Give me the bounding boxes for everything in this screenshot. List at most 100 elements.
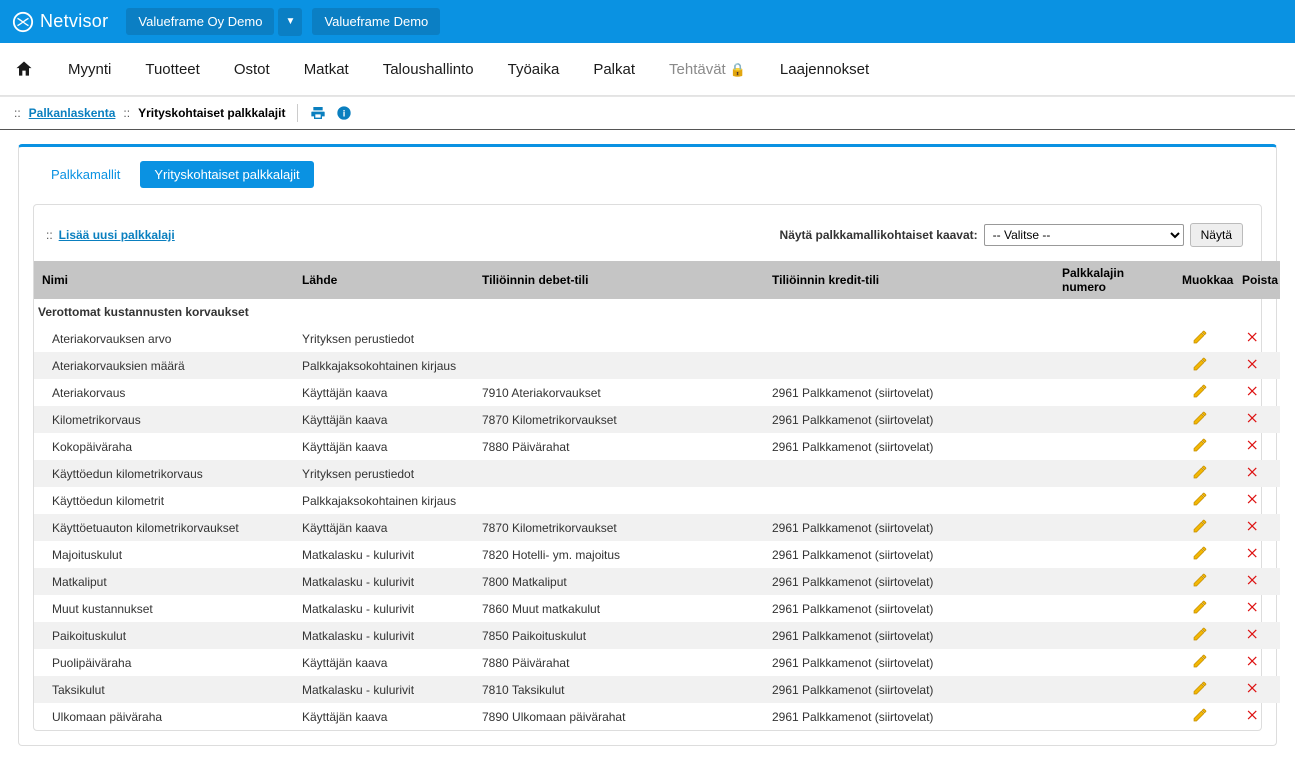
nav-palkat[interactable]: Palkat bbox=[593, 61, 635, 78]
edit-button[interactable] bbox=[1192, 707, 1208, 723]
th-kredit[interactable]: Tiliöinnin kredit-tili bbox=[764, 261, 1054, 299]
cell-kredit: 2961 Palkkamenot (siirtovelat) bbox=[764, 568, 1054, 595]
cell-lahde: Matkalasku - kulurivit bbox=[294, 541, 474, 568]
delete-button[interactable] bbox=[1246, 411, 1260, 425]
cell-numero bbox=[1054, 487, 1174, 514]
cell-nimi: Kilometrikorvaus bbox=[34, 406, 294, 433]
main-panel: Palkkamallit Yrityskohtaiset palkkalajit… bbox=[18, 144, 1277, 746]
delete-button[interactable] bbox=[1246, 492, 1260, 506]
cell-numero bbox=[1054, 406, 1174, 433]
add-palkkalaji-link[interactable]: Lisää uusi palkkalaji bbox=[59, 228, 175, 242]
brand-name: Netvisor bbox=[40, 11, 108, 32]
edit-button[interactable] bbox=[1192, 410, 1208, 426]
delete-button[interactable] bbox=[1246, 600, 1260, 614]
brand-logo[interactable]: Netvisor bbox=[12, 11, 108, 33]
edit-button[interactable] bbox=[1192, 437, 1208, 453]
delete-button[interactable] bbox=[1246, 546, 1260, 560]
edit-button[interactable] bbox=[1192, 653, 1208, 669]
table-row: Ateriakorvauksen arvoYrityksen perustied… bbox=[34, 325, 1280, 352]
tab-palkkamallit[interactable]: Palkkamallit bbox=[37, 161, 134, 188]
home-link[interactable] bbox=[14, 59, 34, 79]
company-dropdown-toggle[interactable]: ▼ bbox=[278, 8, 302, 36]
th-debet[interactable]: Tiliöinnin debet-tili bbox=[474, 261, 764, 299]
edit-button[interactable] bbox=[1192, 518, 1208, 534]
table-row: KilometrikorvausKäyttäjän kaava7870 Kilo… bbox=[34, 406, 1280, 433]
company-secondary-button[interactable]: Valueframe Demo bbox=[312, 8, 440, 35]
main-nav: Myynti Tuotteet Ostot Matkat Taloushalli… bbox=[0, 43, 1295, 96]
table-row: MatkaliputMatkalasku - kulurivit7800 Mat… bbox=[34, 568, 1280, 595]
nav-ostot[interactable]: Ostot bbox=[234, 61, 270, 78]
breadcrumb-root[interactable]: Palkanlaskenta bbox=[29, 106, 116, 120]
delete-button[interactable] bbox=[1246, 627, 1260, 641]
cell-lahde: Matkalasku - kulurivit bbox=[294, 676, 474, 703]
company-primary-button[interactable]: Valueframe Oy Demo bbox=[126, 8, 274, 35]
topbar: Netvisor Valueframe Oy Demo ▼ Valueframe… bbox=[0, 0, 1295, 43]
table-row: AteriakorvausKäyttäjän kaava7910 Ateriak… bbox=[34, 379, 1280, 406]
cell-debet: 7800 Matkaliput bbox=[474, 568, 764, 595]
edit-button[interactable] bbox=[1192, 491, 1208, 507]
cell-lahde: Palkkajaksokohtainen kirjaus bbox=[294, 352, 474, 379]
nav-laajennokset[interactable]: Laajennokset bbox=[780, 61, 869, 78]
edit-button[interactable] bbox=[1192, 356, 1208, 372]
cell-lahde: Käyttäjän kaava bbox=[294, 379, 474, 406]
edit-button[interactable] bbox=[1192, 329, 1208, 345]
table-row: TaksikulutMatkalasku - kulurivit7810 Tak… bbox=[34, 676, 1280, 703]
table-row: Käyttöetuauton kilometrikorvauksetKäyttä… bbox=[34, 514, 1280, 541]
tab-yrityskohtaiset-palkkalajit[interactable]: Yrityskohtaiset palkkalajit bbox=[140, 161, 313, 188]
print-button[interactable] bbox=[310, 105, 326, 121]
th-lahde[interactable]: Lähde bbox=[294, 261, 474, 299]
nav-taloushallinto[interactable]: Taloushallinto bbox=[383, 61, 474, 78]
cell-numero bbox=[1054, 379, 1174, 406]
info-button[interactable]: i bbox=[336, 105, 352, 121]
cell-kredit: 2961 Palkkamenot (siirtovelat) bbox=[764, 514, 1054, 541]
delete-button[interactable] bbox=[1246, 330, 1260, 344]
cell-nimi: Muut kustannukset bbox=[34, 595, 294, 622]
edit-button[interactable] bbox=[1192, 545, 1208, 561]
cell-lahde: Käyttäjän kaava bbox=[294, 703, 474, 730]
edit-button[interactable] bbox=[1192, 599, 1208, 615]
th-poista: Poista bbox=[1234, 261, 1280, 299]
cell-debet: 7890 Ulkomaan päivärahat bbox=[474, 703, 764, 730]
cell-nimi: Käyttöedun kilometrikorvaus bbox=[34, 460, 294, 487]
print-icon bbox=[310, 105, 326, 121]
delete-button[interactable] bbox=[1246, 681, 1260, 695]
table-row: KokopäivärahaKäyttäjän kaava7880 Päivära… bbox=[34, 433, 1280, 460]
filter-show-button[interactable]: Näytä bbox=[1190, 223, 1243, 247]
cell-numero bbox=[1054, 649, 1174, 676]
delete-button[interactable] bbox=[1246, 708, 1260, 722]
cell-lahde: Matkalasku - kulurivit bbox=[294, 568, 474, 595]
tab-strip: Palkkamallit Yrityskohtaiset palkkalajit bbox=[19, 147, 1276, 198]
delete-button[interactable] bbox=[1246, 384, 1260, 398]
nav-tehtavat: Tehtävät🔒 bbox=[669, 61, 746, 78]
edit-button[interactable] bbox=[1192, 572, 1208, 588]
cell-lahde: Matkalasku - kulurivit bbox=[294, 595, 474, 622]
nav-matkat[interactable]: Matkat bbox=[304, 61, 349, 78]
delete-button[interactable] bbox=[1246, 519, 1260, 533]
delete-button[interactable] bbox=[1246, 438, 1260, 452]
nav-tuotteet[interactable]: Tuotteet bbox=[145, 61, 199, 78]
palkkalajit-table: Nimi Lähde Tiliöinnin debet-tili Tiliöin… bbox=[34, 261, 1280, 730]
delete-button[interactable] bbox=[1246, 654, 1260, 668]
edit-button[interactable] bbox=[1192, 464, 1208, 480]
delete-button[interactable] bbox=[1246, 465, 1260, 479]
edit-button[interactable] bbox=[1192, 680, 1208, 696]
edit-button[interactable] bbox=[1192, 383, 1208, 399]
crumb-sep-icon: :: bbox=[46, 228, 53, 242]
edit-button[interactable] bbox=[1192, 626, 1208, 642]
delete-button[interactable] bbox=[1246, 357, 1260, 371]
nav-myynti[interactable]: Myynti bbox=[68, 61, 111, 78]
filter-select[interactable]: -- Valitse -- bbox=[984, 224, 1184, 246]
cell-numero bbox=[1054, 568, 1174, 595]
th-numero[interactable]: Palkkalajin numero bbox=[1054, 261, 1174, 299]
cell-nimi: Taksikulut bbox=[34, 676, 294, 703]
lock-icon: 🔒 bbox=[730, 62, 746, 77]
table-row: Ateriakorvauksien määräPalkkajaksokohtai… bbox=[34, 352, 1280, 379]
crumb-sep-icon: :: bbox=[14, 106, 21, 120]
nav-tyoaika[interactable]: Työaika bbox=[508, 61, 560, 78]
cell-kredit: 2961 Palkkamenot (siirtovelat) bbox=[764, 622, 1054, 649]
cell-debet: 7820 Hotelli- ym. majoitus bbox=[474, 541, 764, 568]
th-nimi[interactable]: Nimi bbox=[34, 261, 294, 299]
delete-button[interactable] bbox=[1246, 573, 1260, 587]
cell-nimi: Ulkomaan päiväraha bbox=[34, 703, 294, 730]
cell-debet: 7910 Ateriakorvaukset bbox=[474, 379, 764, 406]
